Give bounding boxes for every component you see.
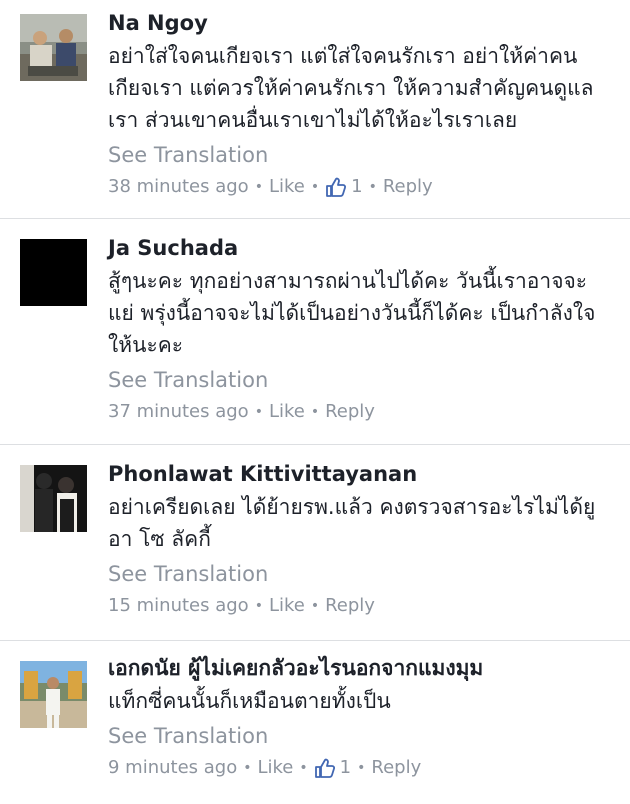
avatar[interactable]	[20, 239, 87, 306]
commenter-name[interactable]: Na Ngoy	[108, 10, 208, 36]
comment-4: เอกดนัย ผู้ไม่เคยกลัวอะไรนอกจากแมงมุม แท…	[0, 641, 630, 804]
see-translation-link[interactable]: See Translation	[108, 365, 268, 395]
thumbs-up-icon	[325, 176, 347, 198]
separator-dot: •	[254, 404, 263, 420]
commenter-name[interactable]: เอกดนัย ผู้ไม่เคยกลัวอะไรนอกจากแมงมุม	[108, 655, 483, 681]
timestamp[interactable]: 38 minutes ago	[108, 174, 249, 200]
comment-meta: 37 minutes ago • Like • Reply	[108, 399, 612, 425]
avatar[interactable]	[20, 14, 87, 81]
see-translation-link[interactable]: See Translation	[108, 559, 268, 589]
separator-dot: •	[310, 598, 320, 614]
comment-text: อย่าเครียดเลย ได้ย้ายรพ.แล้ว คงตรวจสารอะ…	[108, 495, 596, 551]
avatar-photo	[20, 239, 87, 306]
reply-button[interactable]: Reply	[371, 755, 421, 781]
separator-dot: •	[368, 179, 377, 195]
separator-dot: •	[243, 760, 252, 776]
comment-text: แท็กซี่คนนั้นก็เหมือนตายทั้งเป็น	[108, 689, 391, 713]
separator-dot: •	[310, 179, 320, 195]
reply-button[interactable]: Reply	[325, 593, 375, 619]
separator-dot: •	[254, 598, 263, 614]
comment-text: อย่าใส่ใจคนเกียจเรา แต่ใส่ใจคนรักเรา อย่…	[108, 44, 594, 132]
comment-meta: 38 minutes ago • Like • 1 • Reply	[108, 174, 612, 200]
comment-meta: 9 minutes ago • Like • 1 • Reply	[108, 755, 612, 781]
separator-dot: •	[357, 760, 366, 776]
commenter-name[interactable]: Phonlawat Kittivittayanan	[108, 461, 417, 487]
avatar-photo	[20, 465, 87, 532]
avatar[interactable]	[20, 661, 87, 728]
thumbs-up-icon	[314, 757, 336, 779]
separator-dot: •	[254, 179, 263, 195]
like-count[interactable]: 1	[351, 174, 362, 200]
timestamp[interactable]: 9 minutes ago	[108, 755, 237, 781]
avatar-photo	[20, 661, 87, 728]
reply-button[interactable]: Reply	[325, 399, 375, 425]
comment-1: Na Ngoy อย่าใส่ใจคนเกียจเรา แต่ใส่ใจคนรั…	[0, 0, 630, 218]
comment-2: Ja Suchada สู้ๆนะคะ ทุกอย่างสามารถผ่านไป…	[0, 219, 630, 444]
reply-button[interactable]: Reply	[383, 174, 433, 200]
commenter-name[interactable]: Ja Suchada	[108, 235, 238, 261]
see-translation-link[interactable]: See Translation	[108, 140, 268, 170]
separator-dot: •	[310, 404, 320, 420]
comment-meta: 15 minutes ago • Like • Reply	[108, 593, 612, 619]
like-count[interactable]: 1	[340, 755, 351, 781]
like-button[interactable]: Like	[258, 755, 294, 781]
comment-3: Phonlawat Kittivittayanan อย่าเครียดเลย …	[0, 445, 630, 640]
comment-text: สู้ๆนะคะ ทุกอย่างสามารถผ่านไปได้คะ วันนี…	[108, 269, 596, 357]
avatar-photo	[20, 14, 87, 81]
timestamp[interactable]: 37 minutes ago	[108, 399, 249, 425]
like-button[interactable]: Like	[269, 174, 305, 200]
see-translation-link[interactable]: See Translation	[108, 721, 268, 751]
like-button[interactable]: Like	[269, 593, 305, 619]
separator-dot: •	[299, 760, 308, 776]
like-button[interactable]: Like	[269, 399, 305, 425]
avatar[interactable]	[20, 465, 87, 532]
timestamp[interactable]: 15 minutes ago	[108, 593, 249, 619]
